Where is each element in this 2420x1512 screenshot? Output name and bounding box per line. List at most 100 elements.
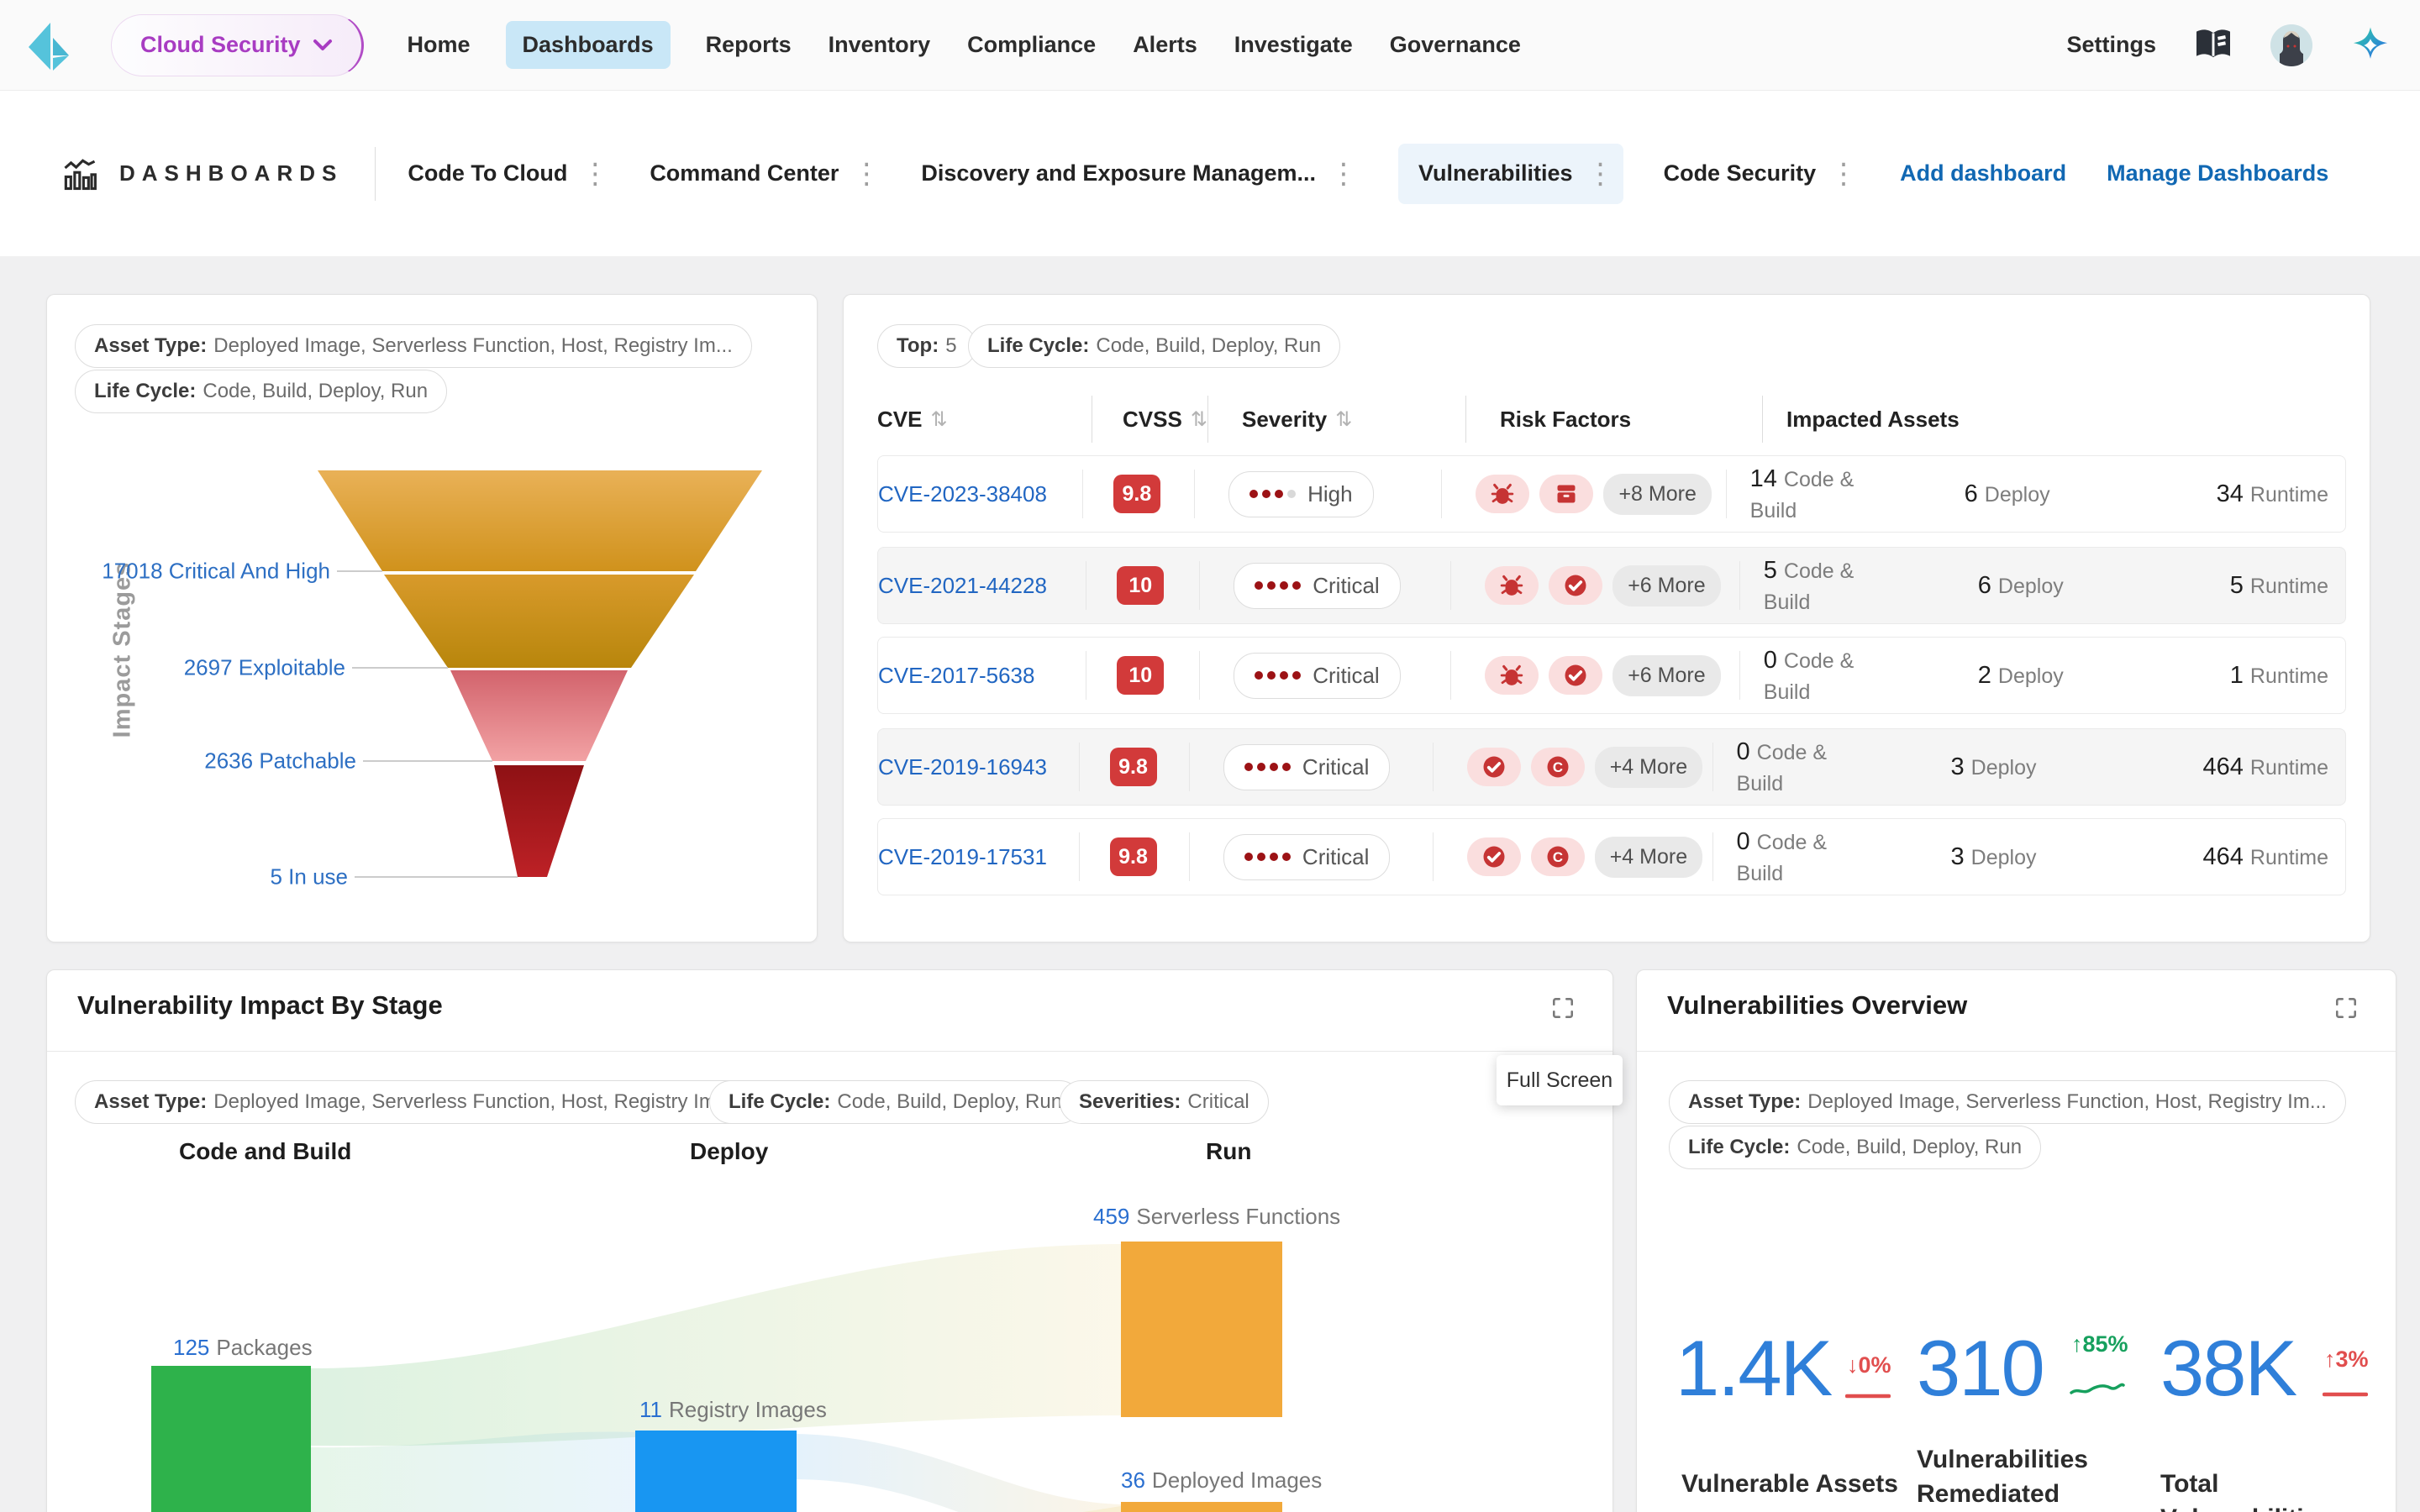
risk-more-chip[interactable]: +4 More <box>1595 747 1702 788</box>
cve-table-row[interactable]: CVE-2023-38408 9.8 High <box>877 455 2346 533</box>
funnel-connector-line <box>352 667 448 669</box>
tab-command-center[interactable]: Command Center ⋮ <box>650 157 881 191</box>
sort-icon[interactable]: ⇅ <box>930 407 947 432</box>
column-header-cve[interactable]: CVE⇅ <box>877 394 1092 444</box>
panel-title: Vulnerabilities Overview <box>1667 990 1967 1021</box>
product-switcher-label: Cloud Security <box>140 32 301 58</box>
c-icon: C <box>1531 748 1585 786</box>
risk-more-chip[interactable]: +6 More <box>1612 565 1720 606</box>
nav-item-home[interactable]: Home <box>406 21 472 69</box>
divider <box>375 147 376 201</box>
copilot-star-icon[interactable] <box>2351 26 2390 65</box>
bug-icon <box>1485 566 1539 605</box>
tab-menu-icon[interactable]: ⋮ <box>581 157 609 191</box>
dashboard-chart-icon <box>62 156 97 192</box>
column-header-impacted-assets: Impacted Assets <box>1763 394 2346 444</box>
tab-menu-icon[interactable]: ⋮ <box>1329 157 1358 191</box>
column-header-severity[interactable]: Severity⇅ <box>1208 394 1466 444</box>
nav-item-reports[interactable]: Reports <box>704 21 793 69</box>
kpi-label-vulnerable-assets: Vulnerable Assets <box>1681 1467 1898 1502</box>
risk-more-chip[interactable]: +6 More <box>1612 655 1720 696</box>
risk-more-chip[interactable]: +8 More <box>1603 474 1711 515</box>
cve-link[interactable]: CVE-2017-5638 <box>878 663 1034 689</box>
sankey-node-deployed-images <box>1121 1502 1282 1512</box>
user-avatar[interactable] <box>2270 24 2312 66</box>
filter-chip-top[interactable]: Top: 5 <box>877 324 976 368</box>
kpi-total-vulnerabilities-value: 38K <box>2160 1323 2296 1414</box>
cve-link[interactable]: CVE-2019-16943 <box>878 754 1047 780</box>
severity-pill: Critical <box>1234 563 1400 609</box>
fullscreen-expand-icon[interactable] <box>2333 995 2359 1025</box>
filter-chip-asset-type[interactable]: Asset Type: Deployed Image, Serverless F… <box>1669 1080 2346 1124</box>
nav-item-governance[interactable]: Governance <box>1388 21 1523 69</box>
kpi-sparkline <box>2323 1390 2368 1399</box>
tab-menu-icon[interactable]: ⋮ <box>1829 157 1858 191</box>
impact-funnel-panel: Asset Type: Deployed Image, Serverless F… <box>46 294 818 942</box>
dashboards-tab-bar: DASHBOARDS Code To Cloud ⋮ Command Cente… <box>0 91 2420 256</box>
cve-link[interactable]: CVE-2023-38408 <box>878 481 1047 507</box>
cve-table-row[interactable]: CVE-2021-44228 10 Critical <box>877 547 2346 624</box>
tab-code-to-cloud[interactable]: Code To Cloud ⋮ <box>408 157 609 191</box>
sort-icon[interactable]: ⇅ <box>1335 407 1352 432</box>
kpi-delta: ↓0% <box>1847 1352 1891 1378</box>
dashboard-actions: Add dashboard Manage Dashboards <box>1900 160 2328 186</box>
manage-dashboards-link[interactable]: Manage Dashboards <box>2107 160 2328 186</box>
check-icon <box>1467 748 1521 786</box>
kpi-sparkline <box>2070 1378 2125 1398</box>
sankey-label-serverless-functions: 459Serverless Functions <box>1093 1204 1340 1230</box>
product-switcher[interactable]: Cloud Security <box>111 14 364 76</box>
kpi-delta: ↑3% <box>2324 1347 2369 1373</box>
stage-column-run: Run <box>1206 1138 1251 1165</box>
impacted-assets-cell: 14Code & Build 6Deploy 34Runtime <box>1727 456 2345 532</box>
sort-icon[interactable]: ⇅ <box>1191 407 1207 432</box>
impacted-assets-cell: 5Code & Build 6Deploy 5Runtime <box>1740 548 2345 623</box>
tab-menu-icon[interactable]: ⋮ <box>852 157 881 191</box>
check-icon <box>1549 566 1602 605</box>
divider <box>47 1051 1612 1052</box>
cve-link[interactable]: CVE-2019-17531 <box>878 844 1047 870</box>
sankey-node-serverless-functions <box>1121 1242 1282 1417</box>
dashboards-title: DASHBOARDS <box>62 156 343 192</box>
panel-title: Vulnerability Impact By Stage <box>77 990 443 1021</box>
nav-item-alerts[interactable]: Alerts <box>1131 21 1199 69</box>
kpi-sparkline <box>1845 1392 1891 1400</box>
nav-item-inventory[interactable]: Inventory <box>827 21 933 69</box>
cve-link[interactable]: CVE-2021-44228 <box>878 573 1047 599</box>
filter-chip-severities[interactable]: Severities: Critical <box>1060 1080 1269 1124</box>
nav-item-dashboards[interactable]: Dashboards <box>506 21 671 69</box>
filter-chip-asset-type[interactable]: Asset Type: Deployed Image, Serverless F… <box>75 1080 752 1124</box>
tab-discovery-exposure[interactable]: Discovery and Exposure Managem... ⋮ <box>921 157 1358 191</box>
filter-chip-life-cycle[interactable]: Life Cycle: Code, Build, Deploy, Run <box>709 1080 1081 1124</box>
cve-table-row[interactable]: CVE-2019-17531 9.8 Critical <box>877 818 2346 895</box>
stage-column-code-and-build: Code and Build <box>179 1138 351 1165</box>
documentation-book-icon[interactable] <box>2195 29 2232 62</box>
main-nav: Home Dashboards Reports Inventory Compli… <box>406 21 1523 69</box>
dashboards-label: DASHBOARDS <box>119 160 343 186</box>
add-dashboard-link[interactable]: Add dashboard <box>1900 160 2066 186</box>
dashboard-tabs: Code To Cloud ⋮ Command Center ⋮ Discove… <box>408 144 1858 204</box>
cvss-badge: 9.8 <box>1113 475 1160 513</box>
flow-registry-deployed <box>797 1434 1121 1512</box>
column-header-cvss[interactable]: CVSS⇅ <box>1092 394 1208 444</box>
tab-code-security[interactable]: Code Security ⋮ <box>1664 157 1859 191</box>
funnel-connector-line <box>363 760 492 762</box>
stage-column-deploy: Deploy <box>690 1138 768 1165</box>
kpi-label-vulnerabilities-remediated: Vulnerabilities Remediated <box>1917 1443 2118 1511</box>
risk-more-chip[interactable]: +4 More <box>1595 837 1702 878</box>
cve-table-row[interactable]: CVE-2019-16943 9.8 Critical <box>877 728 2346 806</box>
filter-chip-life-cycle[interactable]: Life Cycle: Code, Build, Deploy, Run <box>1669 1126 2041 1169</box>
nav-item-compliance[interactable]: Compliance <box>965 21 1097 69</box>
topnav-right: Settings <box>2066 24 2390 66</box>
fullscreen-expand-icon[interactable] <box>1550 995 1576 1025</box>
filter-chip-life-cycle[interactable]: Life Cycle: Code, Build, Deploy, Run <box>968 324 1340 368</box>
tab-menu-icon[interactable]: ⋮ <box>1586 157 1615 191</box>
settings-link[interactable]: Settings <box>2066 32 2156 58</box>
svg-text:C: C <box>1553 849 1563 865</box>
cvss-badge: 10 <box>1117 656 1164 695</box>
cve-table-row[interactable]: CVE-2017-5638 10 Critical <box>877 637 2346 714</box>
nav-item-investigate[interactable]: Investigate <box>1233 21 1355 69</box>
tab-vulnerabilities[interactable]: Vulnerabilities ⋮ <box>1398 144 1623 204</box>
package-icon <box>1539 475 1593 513</box>
prisma-cloud-logo-icon[interactable] <box>25 19 72 71</box>
fullscreen-tooltip: Full Screen <box>1497 1055 1623 1105</box>
